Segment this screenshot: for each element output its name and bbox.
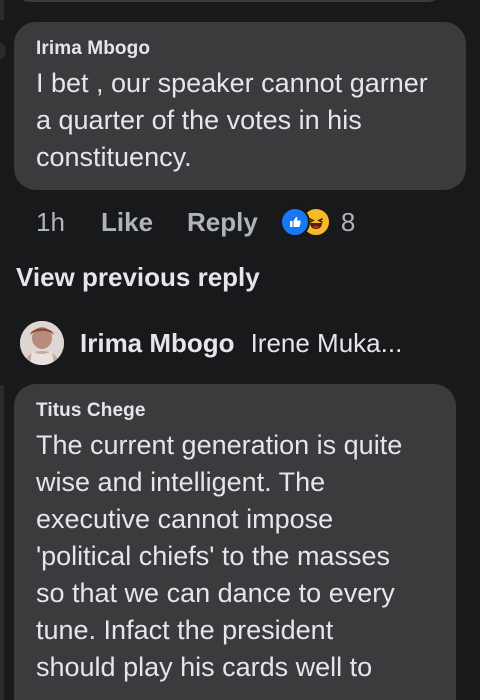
- comment-author[interactable]: Irima Mbogo: [36, 38, 444, 60]
- comment-timestamp[interactable]: 1h: [36, 207, 101, 238]
- comment-text-line: I bet , our speaker cannot garner: [36, 68, 428, 98]
- avatar[interactable]: [20, 321, 64, 365]
- comments-thread: Irima Mbogo I bet , our speaker cannot g…: [0, 0, 480, 700]
- reaction-summary[interactable]: 8: [279, 206, 356, 238]
- reply-preview-text[interactable]: Irene Muka...: [251, 328, 403, 359]
- comment-text: I bet , our speaker cannot garner a quar…: [36, 65, 444, 176]
- comment-text-line: executive cannot impose: [36, 504, 334, 534]
- comment-text-line: a quarter of the votes in his: [36, 105, 362, 135]
- previous-comment-bubble: [14, 0, 444, 2]
- collapsed-reply[interactable]: Irima Mbogo Irene Muka...: [20, 320, 402, 366]
- comment-text-line: so that we can dance to every: [36, 578, 395, 608]
- comment-text-line: wise and intelligent. The: [36, 467, 326, 497]
- comment-text: The current generation is quite wise and…: [36, 427, 434, 686]
- comment-text-line: tune. Infact the president: [36, 615, 334, 645]
- reaction-count: 8: [340, 206, 356, 237]
- view-previous-reply-link[interactable]: View previous reply: [16, 262, 260, 293]
- like-button[interactable]: Like: [101, 207, 153, 238]
- like-icon: [279, 207, 310, 237]
- reply-button[interactable]: Reply: [187, 207, 258, 238]
- comment-bubble: Titus Chege The current generation is qu…: [14, 384, 456, 700]
- reply-author[interactable]: Irima Mbogo: [80, 328, 235, 359]
- comment-bubble: Irima Mbogo I bet , our speaker cannot g…: [14, 22, 466, 190]
- comment-text-line: should play his cards well to: [36, 652, 373, 682]
- comment-text-line: constituency.: [36, 142, 192, 172]
- comment-author[interactable]: Titus Chege: [36, 400, 434, 422]
- thread-connector: [0, 42, 6, 60]
- comment-actions: 1h Like Reply 8: [36, 204, 355, 240]
- comment-text-line: The current generation is quite: [36, 430, 403, 460]
- comment-text-line: 'political chiefs' to the masses: [36, 541, 390, 571]
- thread-line: [0, 385, 4, 700]
- thread-line: [0, 0, 4, 20]
